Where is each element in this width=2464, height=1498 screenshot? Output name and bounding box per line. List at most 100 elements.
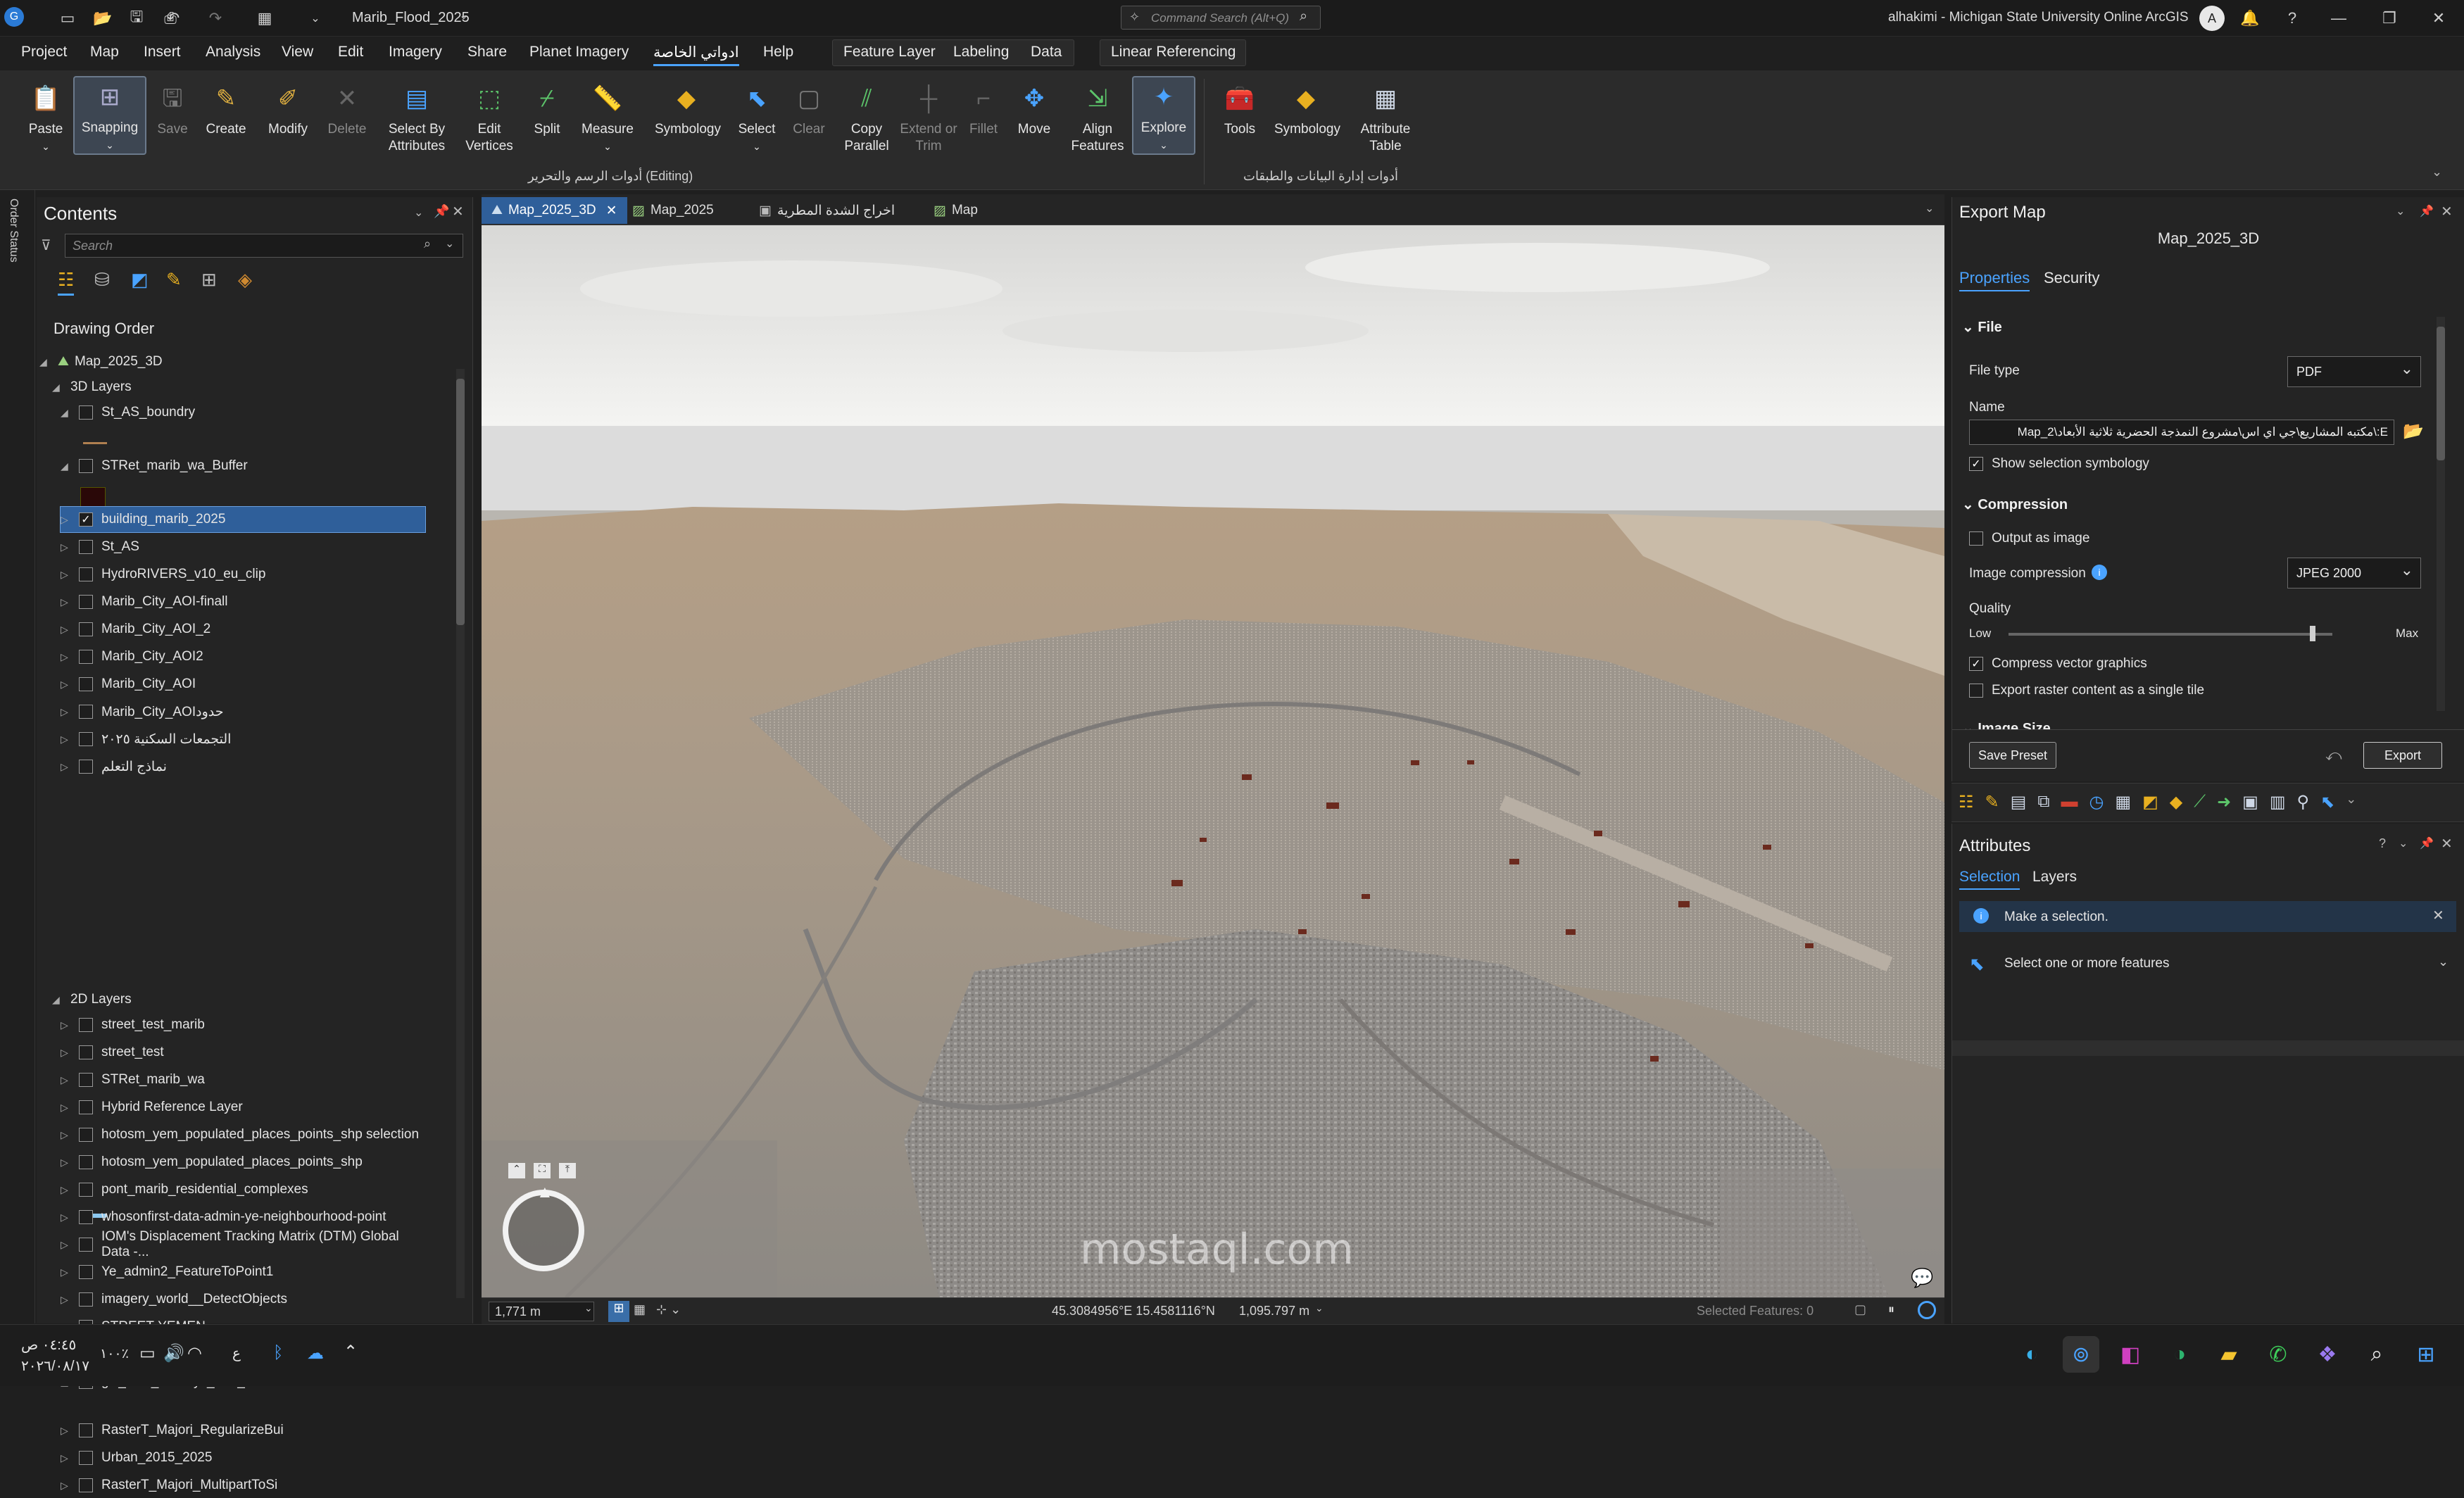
pin-icon[interactable]: 📌	[2420, 836, 2434, 850]
expand-icon[interactable]: ▷	[61, 1294, 73, 1306]
history-icon[interactable]: ◷	[2089, 792, 2104, 812]
list-by-selection-icon[interactable]: ◩	[131, 269, 149, 291]
layer-visibility-checkbox[interactable]	[79, 760, 93, 774]
create-icon[interactable]: ☷	[1959, 792, 1974, 812]
style-icon[interactable]: ◆	[2170, 792, 2182, 812]
menu-edit[interactable]: Edit	[338, 44, 363, 61]
edge-dev-icon[interactable]: ◑	[2161, 1336, 2198, 1373]
quality-slider-thumb[interactable]	[2310, 626, 2315, 641]
layer-row[interactable]: ▷ hotosm_yem_populated_places_points_shp …	[61, 1122, 425, 1147]
clock-time[interactable]: ٠٤:٤٥ ص	[21, 1336, 76, 1354]
menu-share[interactable]: Share	[467, 44, 507, 61]
layer-visibility-checkbox[interactable]	[79, 405, 93, 420]
layer-visibility-checkbox[interactable]	[79, 1183, 93, 1197]
layer-row[interactable]: ▷ HydroRIVERS_v10_eu_clip	[61, 562, 425, 587]
clear-selection-button[interactable]: ▢ Clear	[777, 79, 841, 138]
menu-labeling[interactable]: Labeling	[953, 44, 1009, 61]
layer-visibility-checkbox[interactable]	[79, 1451, 93, 1465]
expand-icon[interactable]: ▷	[61, 1184, 73, 1196]
volume-icon[interactable]: 🔊	[163, 1343, 184, 1364]
pane-options-icon[interactable]: ⌄	[2396, 204, 2405, 218]
wifi-icon[interactable]: ◠	[187, 1343, 202, 1364]
search-icon[interactable]: ⌕	[2358, 1336, 2395, 1373]
tab-map-2025[interactable]: ▨ Map_2025	[622, 197, 724, 224]
menu-feature-layer[interactable]: Feature Layer	[843, 44, 936, 61]
export-name-input[interactable]: E:\مكتبه المشاريع\جي اي اس\مشروع النمذجة…	[1969, 420, 2394, 445]
close-window-icon[interactable]: ✕	[2427, 7, 2450, 30]
grid-icon[interactable]: ▦	[634, 1302, 646, 1317]
output-as-image-checkbox[interactable]: Output as image	[1969, 531, 2089, 546]
map-tips-icon[interactable]: 💬	[1911, 1267, 1933, 1289]
collapse-icon[interactable]: ◢	[61, 460, 73, 472]
clipchamp-icon[interactable]: ◧	[2112, 1336, 2149, 1373]
search-icon[interactable]: ⌕	[424, 237, 431, 251]
expand-icon[interactable]: ▷	[61, 651, 73, 663]
file-type-dropdown[interactable]: PDF	[2287, 356, 2421, 387]
layer-visibility-checkbox[interactable]	[79, 650, 93, 664]
input-language[interactable]: ع	[232, 1345, 241, 1362]
tab-properties[interactable]: Properties	[1959, 269, 2030, 291]
layer-visibility-checkbox[interactable]	[79, 595, 93, 609]
layer-row[interactable]: ◢ STRet_marib_wa_Buffer	[61, 453, 425, 479]
notifications-icon[interactable]: 🔔	[2239, 7, 2261, 30]
pin-icon[interactable]: 📌	[2420, 204, 2434, 218]
vertices-icon[interactable]: ⟋	[2194, 792, 2206, 812]
modify-button[interactable]: ✐ Modify	[256, 79, 320, 138]
measure-button[interactable]: 📏 Measure ⌄	[576, 79, 639, 155]
close-pane-icon[interactable]: ✕	[452, 203, 464, 220]
start-menu-icon[interactable]: ⊞	[2408, 1336, 2444, 1373]
menu-help[interactable]: Help	[763, 44, 793, 61]
info-icon[interactable]: i	[2092, 565, 2107, 580]
pause-drawing-icon[interactable]: ⏸	[1888, 1302, 1894, 1317]
list-by-labeling-icon[interactable]: ◈	[238, 269, 252, 291]
export-raster-checkbox[interactable]: Export raster content as a single tile	[1969, 683, 2204, 698]
layer-row[interactable]: ▷ Marib_City_AOI2	[61, 644, 425, 669]
command-search-input[interactable]: Command Search (Alt+Q)	[1121, 6, 1321, 30]
pane-splitter[interactable]	[1952, 1040, 2464, 1056]
expand-icon[interactable]: ▷	[61, 1129, 73, 1141]
export-button[interactable]: Export	[2363, 742, 2442, 769]
expand-icon[interactable]: ▷	[61, 1019, 73, 1031]
layer-visibility-checkbox[interactable]	[79, 705, 93, 719]
menu-project[interactable]: Project	[21, 44, 67, 61]
expand-icon[interactable]: ▷	[61, 596, 73, 608]
expand-icon[interactable]: ▷	[61, 569, 73, 581]
select-by-attributes-button[interactable]: ▤ Select By Attributes	[380, 79, 453, 155]
expand-icon[interactable]: ▷	[61, 1211, 73, 1223]
layer-visibility-checkbox[interactable]	[79, 1238, 93, 1252]
create-button[interactable]: ✎ Create	[194, 79, 258, 138]
align-features-button[interactable]: ⇲ Align Features	[1066, 79, 1129, 155]
close-pane-icon[interactable]: ✕	[2441, 203, 2453, 220]
reset-icon[interactable]: ⤺	[2325, 746, 2342, 764]
layer-row[interactable]: ▷ STRet_marib_wa	[61, 1067, 425, 1093]
layout-icon[interactable]: ▣	[2242, 792, 2258, 812]
save-preset-button[interactable]: Save Preset	[1969, 742, 2056, 769]
symbol-icon[interactable]: ◩	[2142, 792, 2158, 812]
tab-layers[interactable]: Layers	[2032, 869, 2077, 886]
layer-row[interactable]: ▷ RasterT_Majori_MultipartToSi	[61, 1473, 425, 1498]
layer-row[interactable]: ▷ RasterT_Majori_RegularizeBui	[61, 1418, 425, 1443]
layer-row[interactable]: ▷ التجمعات السكنية ٢٠٢٥	[61, 726, 425, 752]
menu-linear-referencing[interactable]: Linear Referencing	[1111, 44, 1236, 61]
group-layer-2d[interactable]: ◢ 2D Layers	[52, 987, 132, 1012]
battery-icon[interactable]: ▭	[139, 1343, 156, 1364]
layer-visibility-checkbox[interactable]	[79, 1018, 93, 1032]
order-status-tab[interactable]: Order Status	[7, 199, 20, 263]
snapping-status-icon[interactable]: ⊹ ⌄	[656, 1302, 681, 1317]
layer-row[interactable]: ▷ Urban_2015_2025	[61, 1445, 425, 1471]
delete-button[interactable]: ✕ Delete	[315, 79, 379, 138]
expand-icon[interactable]: ⌄	[2438, 955, 2449, 969]
layer-visibility-checkbox[interactable]	[79, 1478, 93, 1492]
arrow-right-icon[interactable]: ➜	[2217, 792, 2231, 812]
layer-row[interactable]: ▷ Marib_City_AOI-finall	[61, 589, 425, 615]
paste-button[interactable]: 📋 Paste ⌄	[14, 79, 77, 155]
layer-visibility-checkbox[interactable]	[79, 1128, 93, 1142]
show-hidden-icons-icon[interactable]: ⌃	[344, 1342, 358, 1362]
layer-visibility-checkbox[interactable]	[79, 732, 93, 746]
scene-canvas[interactable]	[482, 225, 1944, 1297]
layer-row[interactable]: ▷ ✓ building_marib_2025	[60, 506, 426, 533]
layer-visibility-checkbox[interactable]	[79, 459, 93, 473]
clock-date[interactable]: ٢٠٢٦/٠٨/١٧	[21, 1357, 89, 1375]
explore-button[interactable]: ✦ Explore ⌄	[1132, 76, 1195, 155]
layer-row[interactable]: ▷ Marib_City_AOI_2	[61, 617, 425, 642]
